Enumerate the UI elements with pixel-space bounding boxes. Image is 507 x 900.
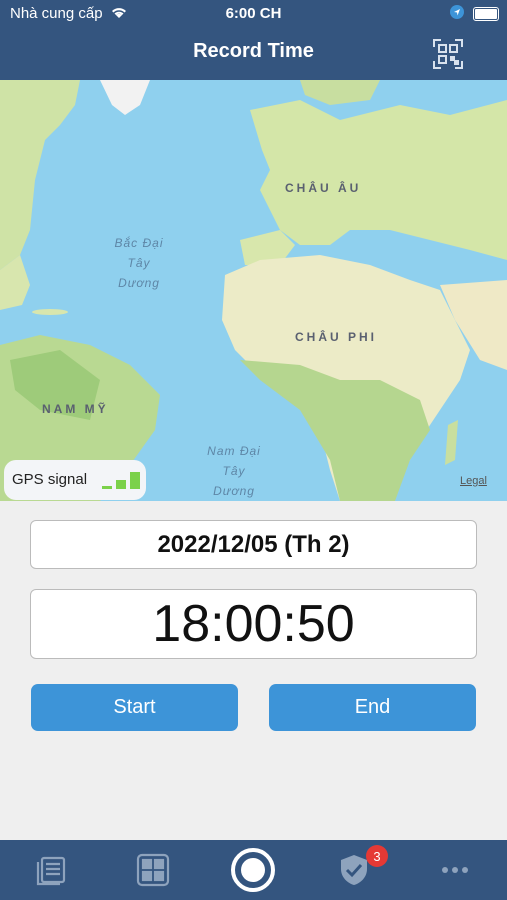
continent-label-south-america: NAM MỸ [42,402,109,416]
record-icon[interactable] [230,847,276,893]
list-icon[interactable] [34,852,70,888]
top-bar: Nhà cung cấp 6:00 CH Record Time [0,0,507,80]
ocean-label-north-atlantic: Bắc Đại Tây Dương [104,233,174,293]
page-title: Record Time [193,40,314,62]
ocean-line: Tây [127,256,151,270]
gps-signal-indicator: GPS signal [4,460,146,500]
ocean-line: Tây [222,464,246,478]
world-map[interactable]: CHÂU ÂU CHÂU PHI NAM MỸ Bắc Đại Tây Dươn… [0,80,507,501]
ocean-line: Bắc Đại [114,236,164,250]
tab-bar [0,840,507,900]
gps-signal-label: GPS signal [12,471,88,488]
ocean-line: Dương [118,276,160,290]
more-icon[interactable] [437,852,473,888]
start-button[interactable]: Start [31,684,238,731]
time-display: 18:00:50 [30,589,477,659]
notification-badge: 3 [366,845,388,867]
ocean-line: Nam Đại [207,444,261,458]
legal-link[interactable]: Legal [460,475,487,487]
map-land [0,80,507,501]
location-arrow-icon [450,5,464,23]
ocean-line: Dương [213,484,255,498]
ocean-label-south-atlantic: Nam Đại Tây Dương [198,441,270,501]
battery-icon [473,7,499,21]
continent-label-africa: CHÂU PHI [295,330,378,344]
signal-bars-icon [102,472,140,489]
status-bar: Nhà cung cấp 6:00 CH [0,5,507,25]
continent-label-europe: CHÂU ÂU [285,181,362,195]
date-display: 2022/12/05 (Th 2) [30,520,477,569]
qr-code-icon[interactable] [432,38,464,70]
clock-label: 6:00 CH [225,5,282,22]
grid-icon[interactable] [135,852,171,888]
end-button[interactable]: End [269,684,476,731]
